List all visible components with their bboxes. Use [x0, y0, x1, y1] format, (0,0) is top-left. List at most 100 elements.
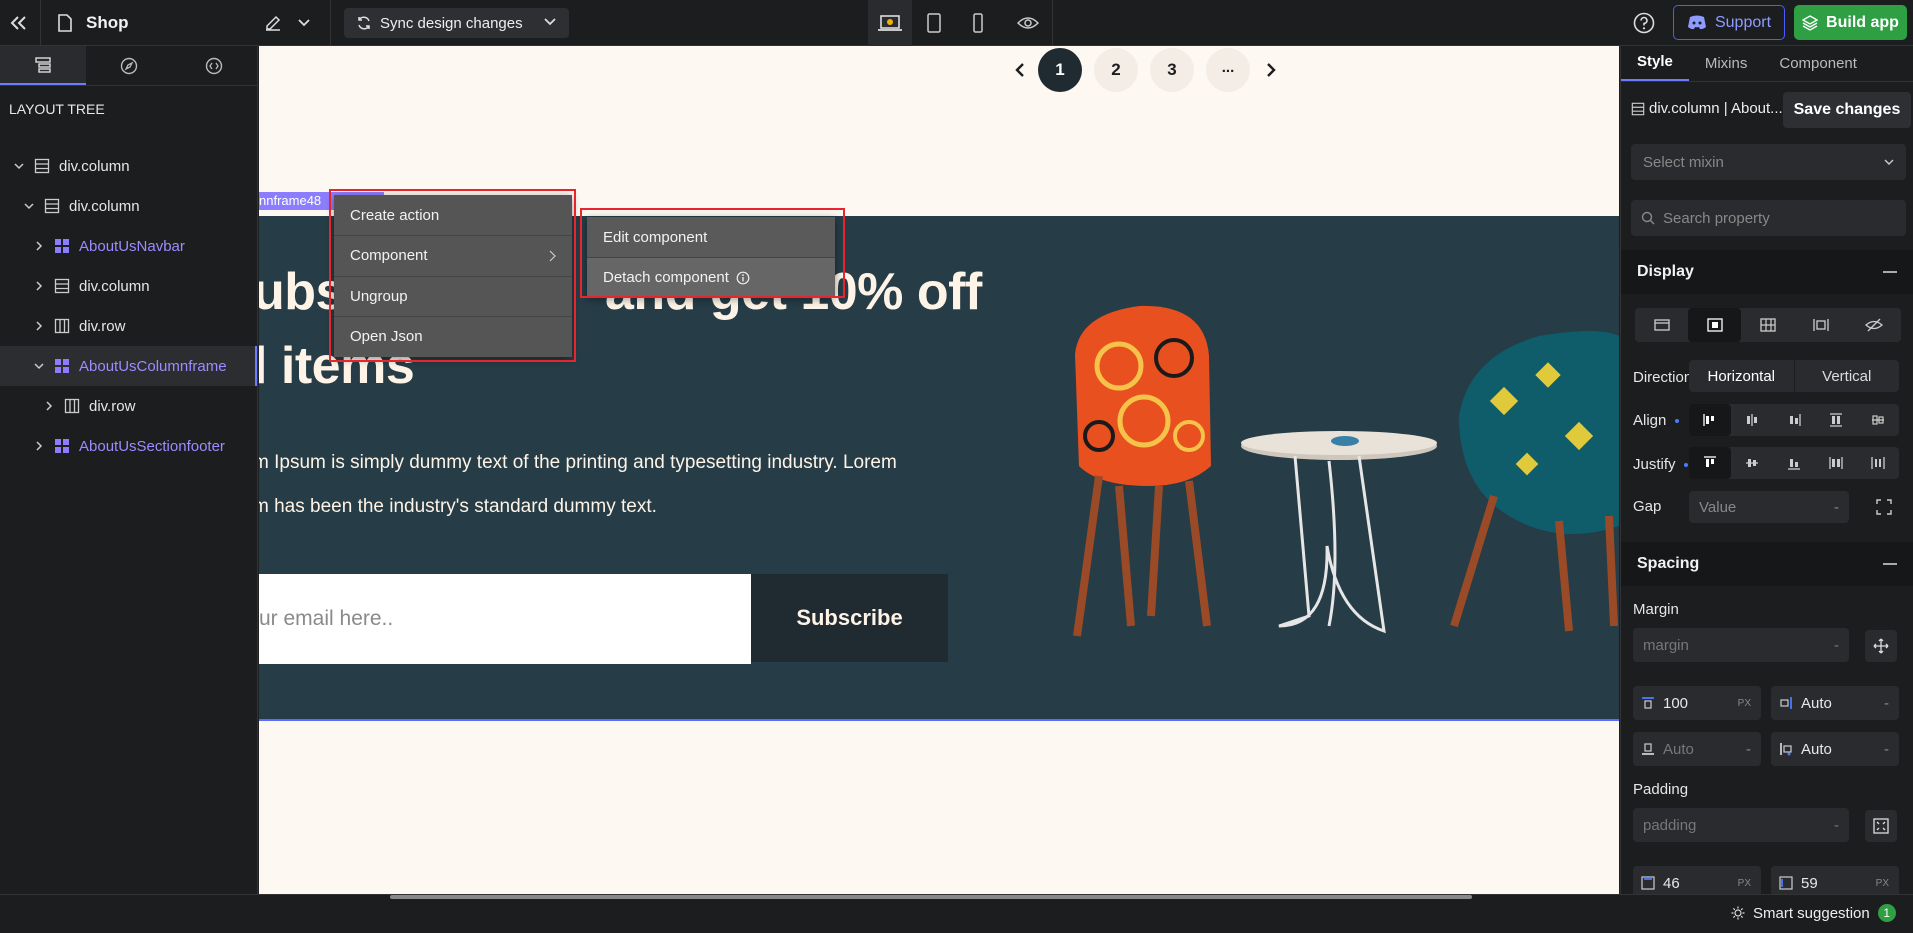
chevron-down-icon[interactable]: [22, 202, 36, 210]
menu-item-ungroup[interactable]: Ungroup: [334, 276, 572, 316]
spacing-section-header[interactable]: Spacing: [1621, 542, 1913, 586]
subscribe-button[interactable]: Subscribe: [751, 574, 948, 662]
display-grid-icon[interactable]: [1741, 308, 1794, 342]
margin-move-icon[interactable]: [1865, 630, 1897, 662]
chevron-right-icon[interactable]: [32, 321, 46, 331]
justify-center-icon[interactable]: [1731, 447, 1773, 479]
preview-eye-icon[interactable]: [1006, 0, 1050, 46]
style-panel: Style Mixins Component div.column | Abou…: [1620, 46, 1913, 900]
tree-item-div-column[interactable]: div.column: [22, 186, 140, 226]
menu-item-detach-component[interactable]: Detach component: [587, 257, 835, 297]
menu-item-open-json[interactable]: Open Json: [334, 316, 572, 356]
layers-tree-icon: [34, 56, 52, 74]
menu-item-component[interactable]: Component: [334, 235, 572, 275]
margin-bottom-icon: [1641, 742, 1655, 756]
tab-mixins[interactable]: Mixins: [1689, 55, 1764, 81]
suggestion-count-badge: 1: [1877, 904, 1896, 922]
gap-expand-icon[interactable]: [1873, 496, 1895, 518]
component-submenu: Edit component Detach component: [587, 217, 835, 297]
support-button[interactable]: Support: [1673, 5, 1785, 40]
justify-between-icon[interactable]: [1815, 447, 1857, 479]
edit-icon[interactable]: [262, 13, 284, 33]
gap-input[interactable]: Value -: [1689, 491, 1849, 523]
justify-end-icon[interactable]: [1773, 447, 1815, 479]
email-input[interactable]: ur email here..: [259, 574, 751, 664]
desktop-view-icon[interactable]: [868, 0, 912, 46]
chevron-right-icon: [549, 250, 556, 262]
padding-input[interactable]: padding -: [1633, 808, 1849, 842]
tree-item-aboutuscolumnframe[interactable]: AboutUsColumnframe: [0, 346, 257, 386]
smart-suggestion-button[interactable]: Smart suggestion 1: [1731, 904, 1896, 922]
menu-item-create-action[interactable]: Create action: [334, 195, 572, 235]
chevron-down-icon[interactable]: [12, 162, 26, 170]
margin-left-icon: [1779, 742, 1793, 756]
align-start-icon[interactable]: [1689, 404, 1731, 436]
display-none-icon[interactable]: [1848, 308, 1901, 342]
chevron-right-icon[interactable]: [32, 241, 46, 251]
display-inline-icon[interactable]: [1795, 308, 1848, 342]
mixin-select[interactable]: Select mixin: [1631, 144, 1906, 180]
tree-item-div-row[interactable]: div.row: [32, 306, 125, 346]
mixin-placeholder: Select mixin: [1643, 153, 1724, 171]
align-center-icon[interactable]: [1731, 404, 1773, 436]
chevron-down-icon[interactable]: [32, 362, 46, 370]
pagination-next-icon[interactable]: [1256, 48, 1286, 92]
collapse-minus-icon[interactable]: [1883, 563, 1897, 565]
align-end-icon[interactable]: [1773, 404, 1815, 436]
margin-top-field[interactable]: 100 PX: [1633, 686, 1761, 720]
margin-right-value: Auto: [1801, 694, 1832, 712]
build-app-button[interactable]: Build app: [1794, 5, 1907, 40]
align-label: Align: [1633, 412, 1679, 429]
tree-item-aboutusnavbar[interactable]: AboutUsNavbar: [32, 226, 185, 266]
chevron-right-icon[interactable]: [32, 281, 46, 291]
chevron-right-icon[interactable]: [42, 401, 56, 411]
display-flex-icon[interactable]: [1688, 308, 1742, 342]
tab-style[interactable]: Style: [1621, 53, 1689, 81]
direction-horizontal[interactable]: Horizontal: [1689, 360, 1794, 392]
help-icon[interactable]: [1631, 10, 1657, 36]
tree-item-aboutussectionfooter[interactable]: AboutUsSectionfooter: [32, 426, 225, 466]
mobile-view-icon[interactable]: [956, 0, 1000, 46]
section-title: Spacing: [1637, 555, 1700, 572]
margin-input[interactable]: margin -: [1633, 628, 1849, 662]
align-stretch-icon[interactable]: [1815, 404, 1857, 436]
collapse-icon[interactable]: [6, 10, 32, 36]
pagination-page-2[interactable]: 2: [1094, 48, 1138, 92]
search-property-input[interactable]: Search property: [1631, 200, 1906, 236]
justify-options: [1689, 447, 1899, 479]
pagination-ellipsis[interactable]: ...: [1206, 48, 1250, 92]
display-block-icon[interactable]: [1635, 308, 1688, 342]
collapse-minus-icon[interactable]: [1883, 271, 1897, 273]
sync-design-button[interactable]: Sync design changes: [344, 8, 569, 38]
save-changes-button[interactable]: Save changes: [1783, 92, 1911, 128]
padding-expand-icon[interactable]: [1865, 810, 1897, 842]
code-tab[interactable]: [171, 46, 257, 85]
tree-item-div-column[interactable]: div.column: [12, 146, 130, 186]
pagination-page-1[interactable]: 1: [1038, 48, 1082, 92]
pagination-page-3[interactable]: 3: [1150, 48, 1194, 92]
margin-left-field[interactable]: Auto -: [1771, 732, 1899, 766]
display-mode-group: [1635, 308, 1901, 342]
margin-top-unit: PX: [1737, 697, 1751, 709]
column-layout-icon: [54, 278, 70, 294]
align-baseline-icon[interactable]: [1857, 404, 1899, 436]
navigator-tab[interactable]: [86, 46, 172, 85]
tab-component[interactable]: Component: [1763, 55, 1873, 81]
direction-vertical[interactable]: Vertical: [1793, 360, 1900, 392]
margin-right-field[interactable]: Auto -: [1771, 686, 1899, 720]
margin-bottom-field[interactable]: Auto -: [1633, 732, 1761, 766]
canvas-scrollbar[interactable]: [390, 895, 1472, 899]
justify-around-icon[interactable]: [1857, 447, 1899, 479]
layers-tab[interactable]: [0, 46, 86, 85]
tablet-view-icon[interactable]: [912, 0, 956, 46]
pagination-prev-icon[interactable]: [1005, 48, 1035, 92]
display-section-header[interactable]: Display: [1621, 250, 1913, 294]
justify-start-icon[interactable]: [1689, 447, 1731, 479]
chevron-right-icon[interactable]: [32, 441, 46, 451]
top-bar: Shop Sync design changes Support Build a…: [0, 0, 1913, 46]
menu-item-edit-component[interactable]: Edit component: [587, 217, 835, 257]
tree-item-div-column[interactable]: div.column: [32, 266, 150, 306]
tree-item-div-row[interactable]: div.row: [42, 386, 135, 426]
chevron-down-icon[interactable]: [294, 13, 314, 33]
design-canvas[interactable]: 1 2 3 ... ubsc and get 10% off l items m…: [259, 46, 1619, 894]
